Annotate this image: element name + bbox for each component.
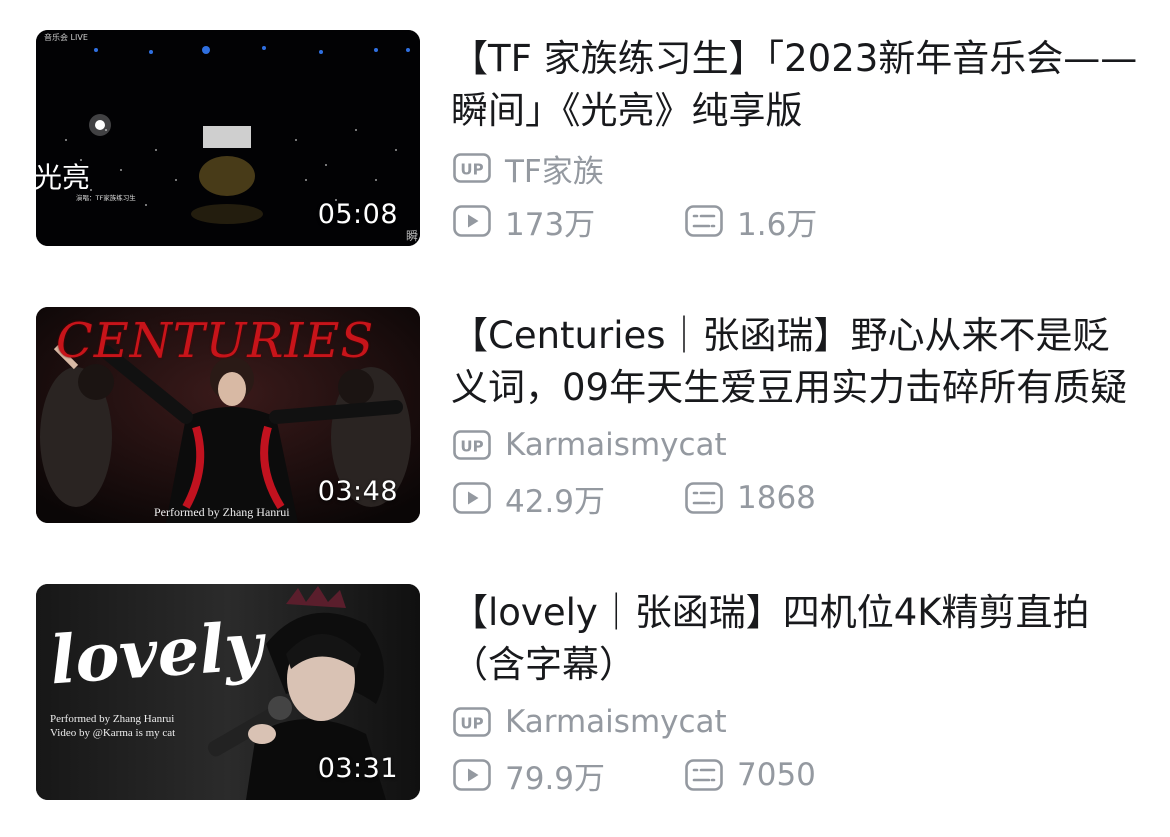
thumbnail-headline: CENTURIES bbox=[56, 313, 375, 369]
video-info: 【lovely｜张函瑞】四机位4K精剪直拍（含字幕） UP Karmaismyc… bbox=[451, 583, 1141, 799]
thumbnail-corner-text: 瞬 bbox=[405, 229, 418, 243]
svg-text:UP: UP bbox=[460, 438, 483, 456]
video-card[interactable]: CENTURIES Performed by Zhang Hanrui 03:4… bbox=[0, 306, 1170, 526]
uploader-row[interactable]: UP Karmaismycat bbox=[453, 425, 727, 465]
svg-text:UP: UP bbox=[460, 715, 483, 733]
thumbnail-side-text: 光亮 bbox=[36, 161, 91, 194]
video-duration: 05:08 bbox=[317, 199, 398, 230]
danmaku-count-icon bbox=[685, 205, 723, 237]
view-count: 173万 bbox=[453, 199, 685, 244]
view-count-value: 42.9万 bbox=[505, 483, 606, 520]
danmaku-count: 1868 bbox=[685, 480, 816, 516]
video-card[interactable]: lovely Performed by Zhang Hanrui Video b… bbox=[0, 583, 1170, 803]
live-tag: 音乐会 LIVE bbox=[44, 33, 88, 42]
svg-text:UP: UP bbox=[460, 161, 483, 179]
video-info: 【TF 家族练习生】「2023新年音乐会——瞬间」《光亮》纯享版 UP TF家族… bbox=[451, 29, 1141, 245]
danmaku-count-icon bbox=[685, 759, 723, 791]
uploader-row[interactable]: UP Karmaismycat bbox=[453, 702, 727, 742]
stats-row: 42.9万 1868 bbox=[453, 476, 816, 521]
view-count: 42.9万 bbox=[453, 476, 685, 521]
stats-row: 173万 1.6万 bbox=[453, 199, 817, 244]
video-thumbnail[interactable]: CENTURIES Performed by Zhang Hanrui 03:4… bbox=[36, 307, 420, 523]
danmaku-count-value: 1.6万 bbox=[737, 206, 818, 243]
thumbnail-credits: 演唱：TF家族练习生 bbox=[76, 194, 136, 202]
video-title[interactable]: 【TF 家族练习生】「2023新年音乐会——瞬间」《光亮》纯享版 bbox=[451, 33, 1141, 137]
video-info: 【Centuries｜张函瑞】野心从来不是贬义词，09年天生爱豆用实力击碎所有质… bbox=[451, 306, 1141, 522]
play-count-icon bbox=[453, 759, 491, 791]
uploader-name[interactable]: Karmaismycat bbox=[505, 704, 727, 740]
view-count-value: 173万 bbox=[505, 206, 596, 243]
uploader-name[interactable]: Karmaismycat bbox=[505, 427, 727, 463]
view-count: 79.9万 bbox=[453, 753, 685, 798]
uploader-row[interactable]: UP TF家族 bbox=[453, 146, 604, 191]
video-thumbnail[interactable]: lovely Performed by Zhang Hanrui Video b… bbox=[36, 584, 420, 800]
video-title[interactable]: 【Centuries｜张函瑞】野心从来不是贬义词，09年天生爱豆用实力击碎所有质… bbox=[451, 310, 1141, 414]
video-thumbnail[interactable]: 音乐会 LIVE 光亮 演唱：TF家族练习生 瞬 05:08 bbox=[36, 30, 420, 246]
danmaku-count: 7050 bbox=[685, 757, 816, 793]
video-duration: 03:31 bbox=[317, 753, 398, 784]
danmaku-count-value: 1868 bbox=[737, 480, 816, 516]
thumbnail-credits: Performed by Zhang Hanrui bbox=[154, 505, 290, 519]
uploader-name[interactable]: TF家族 bbox=[505, 146, 604, 191]
view-count-value: 79.9万 bbox=[505, 760, 606, 797]
play-count-icon bbox=[453, 205, 491, 237]
thumbnail-headline: lovely bbox=[47, 606, 266, 700]
stats-row: 79.9万 7050 bbox=[453, 753, 816, 798]
danmaku-count: 1.6万 bbox=[685, 199, 817, 244]
danmaku-count-icon bbox=[685, 482, 723, 514]
up-badge-icon: UP bbox=[453, 707, 491, 737]
danmaku-count-value: 7050 bbox=[737, 757, 816, 793]
video-result-list: 音乐会 LIVE 光亮 演唱：TF家族练习生 瞬 05:08 【TF 家族练习生… bbox=[0, 0, 1170, 837]
play-count-icon bbox=[453, 482, 491, 514]
video-duration: 03:48 bbox=[317, 476, 398, 507]
video-card[interactable]: 音乐会 LIVE 光亮 演唱：TF家族练习生 瞬 05:08 【TF 家族练习生… bbox=[0, 29, 1170, 249]
up-badge-icon: UP bbox=[453, 430, 491, 460]
video-title[interactable]: 【lovely｜张函瑞】四机位4K精剪直拍（含字幕） bbox=[451, 587, 1141, 691]
thumbnail-credits: Performed by Zhang Hanrui Video by @Karm… bbox=[50, 713, 176, 739]
up-badge-icon: UP bbox=[453, 153, 491, 183]
